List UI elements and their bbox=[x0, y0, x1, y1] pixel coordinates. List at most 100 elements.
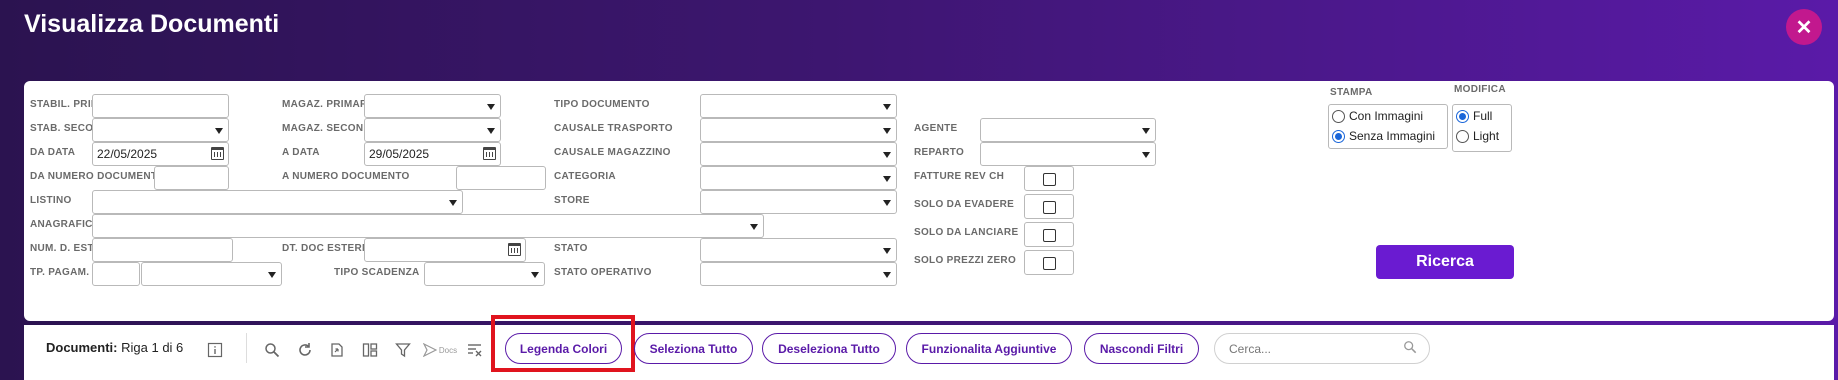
filter-icon[interactable] bbox=[392, 339, 414, 361]
documents-count: Documenti: Riga 1 di 6 bbox=[46, 340, 183, 355]
search-icon[interactable] bbox=[261, 339, 283, 361]
radio-label: Con Immagini bbox=[1349, 109, 1424, 123]
stato-select[interactable] bbox=[700, 238, 897, 262]
documents-title: Documenti: bbox=[46, 340, 118, 355]
export-icon[interactable] bbox=[326, 339, 348, 361]
tipo-scadenza-label: TIPO SCADENZA bbox=[334, 267, 420, 278]
tipo-documento-select[interactable] bbox=[700, 94, 897, 118]
nascondi-filtri-button[interactable]: Nascondi Filtri bbox=[1084, 333, 1199, 364]
radio-label: Light bbox=[1473, 129, 1500, 143]
highlight-box bbox=[491, 315, 635, 372]
stabil-princ-input[interactable] bbox=[92, 94, 229, 118]
search-icon[interactable] bbox=[1403, 340, 1417, 357]
agente-label: AGENTE bbox=[914, 123, 958, 134]
causale-trasporto-label: CAUSALE TRASPORTO bbox=[554, 123, 673, 134]
chevron-down-icon bbox=[883, 200, 891, 206]
store-select[interactable] bbox=[700, 190, 897, 214]
stato-operativo-label: STATO OPERATIVO bbox=[554, 267, 652, 278]
solo-da-evadere-checkbox[interactable] bbox=[1024, 194, 1074, 219]
stato-operativo-select[interactable] bbox=[700, 262, 897, 286]
radio-button-selected[interactable] bbox=[1332, 129, 1345, 143]
chevron-down-icon bbox=[883, 176, 891, 182]
store-label: STORE bbox=[554, 195, 590, 206]
calendar-icon[interactable] bbox=[508, 243, 521, 256]
search-placeholder: Cerca... bbox=[1229, 342, 1272, 356]
reparto-label: REPARTO bbox=[914, 147, 965, 158]
documents-toolbar: Documenti: Riga 1 di 6 Docs Legenda Colo… bbox=[24, 315, 1834, 380]
anagrafica-select[interactable] bbox=[92, 214, 764, 238]
checkbox-box[interactable] bbox=[1043, 229, 1056, 242]
radio-label: Senza Immagini bbox=[1349, 129, 1436, 143]
checkbox-box[interactable] bbox=[1043, 201, 1056, 214]
columns-icon[interactable] bbox=[359, 339, 381, 361]
solo-prezzi-zero-label: SOLO PREZZI ZERO bbox=[914, 255, 1017, 266]
modifica-option-full[interactable]: Full bbox=[1456, 109, 1492, 123]
close-button[interactable]: ✕ bbox=[1786, 9, 1822, 45]
chevron-down-icon bbox=[487, 104, 495, 110]
stampa-label: STAMPA bbox=[1330, 87, 1373, 98]
chevron-down-icon bbox=[883, 152, 891, 158]
dt-doc-esterno-input[interactable] bbox=[364, 238, 526, 262]
fatture-rev-ch-checkbox[interactable] bbox=[1024, 166, 1074, 191]
reparto-select[interactable] bbox=[980, 142, 1156, 166]
magaz-primario-select[interactable] bbox=[364, 94, 501, 118]
calendar-icon[interactable] bbox=[211, 147, 224, 160]
categoria-select[interactable] bbox=[700, 166, 897, 190]
stampa-option-con-immagini[interactable]: Con Immagini bbox=[1332, 109, 1423, 123]
causale-magazzino-label: CAUSALE MAGAZZINO bbox=[554, 147, 671, 158]
a-numero-label: A NUMERO DOCUMENTO bbox=[282, 171, 410, 182]
causale-trasporto-select[interactable] bbox=[700, 118, 897, 142]
tipo-documento-label: TIPO DOCUMENTO bbox=[554, 99, 650, 110]
checkbox-box[interactable] bbox=[1043, 257, 1056, 270]
categoria-label: CATEGORIA bbox=[554, 171, 616, 182]
modifica-radio-group: Full Light bbox=[1452, 104, 1512, 152]
docs-label: Docs bbox=[438, 345, 458, 355]
radio-button[interactable] bbox=[1332, 109, 1345, 123]
a-data-input[interactable]: 29/05/2025 bbox=[364, 142, 501, 166]
radio-button[interactable] bbox=[1456, 129, 1469, 143]
listino-select[interactable] bbox=[92, 190, 463, 214]
refresh-icon[interactable] bbox=[294, 339, 316, 361]
da-numero-label: DA NUMERO DOCUMENTO bbox=[30, 171, 166, 182]
radio-button-selected[interactable] bbox=[1456, 109, 1469, 123]
chevron-down-icon bbox=[268, 272, 276, 278]
agente-select[interactable] bbox=[980, 118, 1156, 142]
search-input[interactable]: Cerca... bbox=[1214, 333, 1430, 364]
radio-label: Full bbox=[1473, 109, 1493, 123]
causale-magazzino-select[interactable] bbox=[700, 142, 897, 166]
clear-filters-icon[interactable] bbox=[464, 339, 486, 361]
a-data-label: A DATA bbox=[282, 147, 320, 158]
filter-panel: STABIL. PRINC. STAB. SECON. DA DATA 22/0… bbox=[24, 81, 1834, 321]
solo-prezzi-zero-checkbox[interactable] bbox=[1024, 250, 1074, 275]
chevron-down-icon bbox=[1142, 152, 1150, 158]
info-icon[interactable] bbox=[204, 339, 226, 361]
ricerca-button[interactable]: Ricerca bbox=[1376, 245, 1514, 279]
calendar-icon[interactable] bbox=[483, 147, 496, 160]
deseleziona-tutto-button[interactable]: Deseleziona Tutto bbox=[762, 333, 896, 364]
funzionalita-aggiuntive-button[interactable]: Funzionalita Aggiuntive bbox=[906, 333, 1072, 364]
chevron-down-icon bbox=[883, 272, 891, 278]
docs-send-icon[interactable]: Docs bbox=[422, 339, 458, 361]
close-icon: ✕ bbox=[1795, 16, 1813, 39]
da-numero-input[interactable] bbox=[154, 166, 229, 190]
page-title: Visualizza Documenti bbox=[24, 10, 280, 38]
tp-pagam-code-input[interactable] bbox=[92, 262, 140, 286]
da-data-input[interactable]: 22/05/2025 bbox=[92, 142, 229, 166]
modifica-option-light[interactable]: Light bbox=[1456, 129, 1499, 143]
checkbox-box[interactable] bbox=[1043, 173, 1056, 186]
chevron-down-icon bbox=[750, 224, 758, 230]
a-data-value: 29/05/2025 bbox=[369, 147, 430, 161]
fatture-rev-ch-label: FATTURE REV CH bbox=[914, 171, 1005, 182]
magaz-second-select[interactable] bbox=[364, 118, 501, 142]
solo-da-lanciare-checkbox[interactable] bbox=[1024, 222, 1074, 247]
seleziona-tutto-button[interactable]: Seleziona Tutto bbox=[634, 333, 753, 364]
chevron-down-icon bbox=[449, 200, 457, 206]
stampa-option-senza-immagini[interactable]: Senza Immagini bbox=[1332, 129, 1435, 143]
tp-pagam-select[interactable] bbox=[141, 262, 282, 286]
chevron-down-icon bbox=[531, 272, 539, 278]
num-d-est-input[interactable] bbox=[92, 238, 233, 262]
stampa-radio-group: Con Immagini Senza Immagini bbox=[1328, 104, 1448, 149]
a-numero-input[interactable] bbox=[456, 166, 546, 190]
stab-secon-select[interactable] bbox=[92, 118, 229, 142]
tipo-scadenza-select[interactable] bbox=[424, 262, 545, 286]
